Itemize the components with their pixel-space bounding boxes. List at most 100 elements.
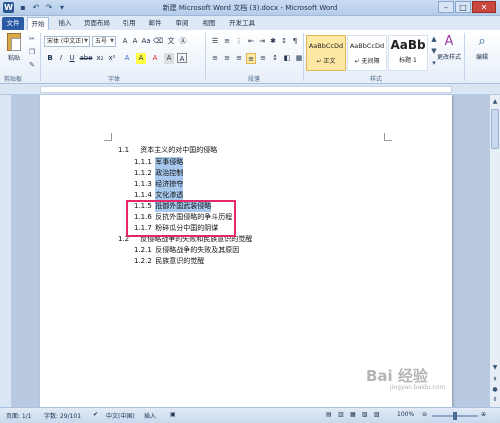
clipboard-icon xyxy=(7,33,21,51)
full-screen-view-icon[interactable]: ▥ xyxy=(338,411,344,418)
copy-icon[interactable]: ❐ xyxy=(27,47,37,57)
clipboard-group-label: 剪贴板 xyxy=(4,76,23,83)
tab-references[interactable]: 引用 xyxy=(118,17,140,30)
sort-icon[interactable]: ↕ xyxy=(279,36,289,47)
superscript-button[interactable]: x² xyxy=(107,53,117,64)
strikethrough-button[interactable]: abe xyxy=(79,53,93,64)
underline-button[interactable]: U xyxy=(67,53,77,64)
customize-icon[interactable]: ▾ xyxy=(57,2,67,13)
subscript-button[interactable]: x₂ xyxy=(95,53,105,64)
prev-page-icon[interactable]: ⇞ xyxy=(490,375,500,385)
subheading-line[interactable]: 1.1.3 经济掠夺 xyxy=(134,179,184,190)
text-effects-button[interactable]: A xyxy=(122,53,132,64)
paragraph-group-label: 段落 xyxy=(248,76,261,83)
increase-indent-icon[interactable]: ⇥ xyxy=(257,36,267,47)
proofing-icon[interactable]: ✔ xyxy=(93,411,98,418)
zoom-level[interactable]: 100% xyxy=(397,411,414,418)
horizontal-ruler[interactable] xyxy=(0,84,500,95)
style-normal[interactable]: AaBbCcDd ↵ 正文 xyxy=(306,35,346,71)
style-name: ↵ 正文 xyxy=(316,58,336,65)
shading-icon[interactable]: ◧ xyxy=(282,53,292,64)
word-count[interactable]: 字数: 29/101 xyxy=(44,411,81,420)
bullets-icon[interactable]: ☰ xyxy=(210,36,220,47)
scroll-down-icon[interactable]: ▼ xyxy=(490,363,500,373)
tab-home[interactable]: 开始 xyxy=(27,17,49,30)
language-indicator[interactable]: 中文(中国) xyxy=(106,411,135,420)
char-border-button[interactable]: A xyxy=(177,53,187,63)
subheading-line[interactable]: 1.1.1 军事侵略 xyxy=(134,157,184,168)
chinese-layout-icon[interactable]: ✱ xyxy=(268,36,278,47)
justify-icon[interactable]: ≡ xyxy=(246,53,256,64)
format-painter-icon[interactable]: ✎ xyxy=(27,60,37,70)
bold-button[interactable]: B xyxy=(45,53,55,64)
grow-font-button[interactable]: A xyxy=(120,36,130,47)
enclose-char-button[interactable]: Ⓐ xyxy=(178,36,188,47)
print-layout-view-icon[interactable]: ▤ xyxy=(326,411,332,418)
word-logo-icon[interactable]: W xyxy=(3,2,14,13)
scroll-up-icon[interactable]: ▲ xyxy=(490,97,500,107)
quick-access-toolbar: ▪ ↶ ↷ ▾ xyxy=(18,2,67,13)
outline-view-icon[interactable]: ▧ xyxy=(362,411,368,418)
vertical-ruler[interactable] xyxy=(0,95,12,407)
line-spacing-icon[interactable]: ↕ xyxy=(270,53,280,64)
browse-object-icon[interactable]: ● xyxy=(490,385,500,395)
next-page-icon[interactable]: ⇟ xyxy=(490,395,500,405)
minimize-button[interactable]: – xyxy=(438,1,454,13)
style-heading-1[interactable]: AaBb 标题 1 xyxy=(388,35,428,71)
tab-review[interactable]: 审阅 xyxy=(171,17,193,30)
zoom-slider-handle[interactable] xyxy=(453,412,457,420)
tab-insert[interactable]: 插入 xyxy=(54,17,76,30)
tab-page-layout[interactable]: 页面布局 xyxy=(80,17,114,30)
close-button[interactable]: ✕ xyxy=(472,1,496,13)
undo-icon[interactable]: ↶ xyxy=(31,2,41,13)
align-center-icon[interactable]: ≡ xyxy=(222,53,232,64)
document-area[interactable]: 1.1 资本主义的对中国的侵略 1.1.1 军事侵略 1.1.2 政治控制 1.… xyxy=(0,95,489,407)
clear-format-button[interactable]: ⌫ xyxy=(153,36,163,47)
cut-icon[interactable]: ✂ xyxy=(27,34,37,44)
web-layout-view-icon[interactable]: ▦ xyxy=(350,411,356,418)
window-title: 新建 Microsoft Word 文档 (3).docx - Microsof… xyxy=(162,4,338,12)
font-color-button[interactable]: A xyxy=(150,53,160,64)
decrease-indent-icon[interactable]: ⇤ xyxy=(246,36,256,47)
multilevel-list-icon[interactable]: ⋮ xyxy=(234,36,244,47)
numbering-icon[interactable]: ≡ xyxy=(222,36,232,47)
shrink-font-button[interactable]: A xyxy=(130,36,140,47)
font-group-label: 字体 xyxy=(108,76,121,83)
distributed-icon[interactable]: ≡ xyxy=(258,53,268,64)
tab-file[interactable]: 文件 xyxy=(2,17,24,30)
zoom-out-icon[interactable]: ⊖ xyxy=(422,411,427,418)
insert-mode-indicator[interactable]: 插入 xyxy=(144,411,156,420)
scroll-thumb[interactable] xyxy=(491,109,499,149)
char-shading-button[interactable]: A xyxy=(164,53,174,64)
editing-button[interactable]: ⌕ 编辑 xyxy=(468,34,496,61)
paste-button[interactable]: 粘贴 xyxy=(4,33,24,71)
style-no-spacing[interactable]: AaBbCcDd ↵ 无间隔 xyxy=(347,35,387,71)
highlight-button[interactable]: A xyxy=(136,53,146,64)
change-styles-button[interactable]: A 更改样式 xyxy=(436,34,462,61)
font-size-dropdown[interactable]: 五号 ▼ xyxy=(92,36,116,47)
align-left-icon[interactable]: ≡ xyxy=(210,53,220,64)
vertical-scrollbar[interactable]: ▲ ▼ ⇞ ● ⇟ xyxy=(489,95,500,407)
page-count[interactable]: 页面: 1/1 xyxy=(6,411,32,420)
tab-developer[interactable]: 开发工具 xyxy=(225,17,259,30)
font-name-dropdown[interactable]: 宋体 (中文正) ▼ xyxy=(44,36,90,47)
zoom-in-icon[interactable]: ⊕ xyxy=(481,411,486,418)
macro-record-icon[interactable]: ▣ xyxy=(170,411,176,418)
phonetic-guide-button[interactable]: 文 xyxy=(166,36,176,47)
group-separator xyxy=(303,33,304,81)
draft-view-icon[interactable]: ▨ xyxy=(374,411,380,418)
save-icon[interactable]: ▪ xyxy=(18,2,28,13)
document-page[interactable]: 1.1 资本主义的对中国的侵略 1.1.1 军事侵略 1.1.2 政治控制 1.… xyxy=(40,95,452,407)
align-right-icon[interactable]: ≡ xyxy=(234,53,244,64)
redo-icon[interactable]: ↷ xyxy=(44,2,54,13)
show-marks-icon[interactable]: ¶ xyxy=(290,36,300,47)
subheading-line[interactable]: 1.1.2 政治控制 xyxy=(134,168,184,179)
heading-line[interactable]: 1.1 资本主义的对中国的侵略 xyxy=(118,145,217,156)
tab-mailings[interactable]: 邮件 xyxy=(144,17,166,30)
italic-button[interactable]: I xyxy=(56,53,66,64)
change-case-button[interactable]: Aa xyxy=(141,36,151,47)
maximize-button[interactable]: □ xyxy=(455,1,471,13)
subheading-line[interactable]: 1.2.1 反侵略战争的失败及其原因 xyxy=(134,245,239,256)
tab-view[interactable]: 视图 xyxy=(198,17,220,30)
subheading-line[interactable]: 1.2.2 民族意识的觉醒 xyxy=(134,256,204,267)
